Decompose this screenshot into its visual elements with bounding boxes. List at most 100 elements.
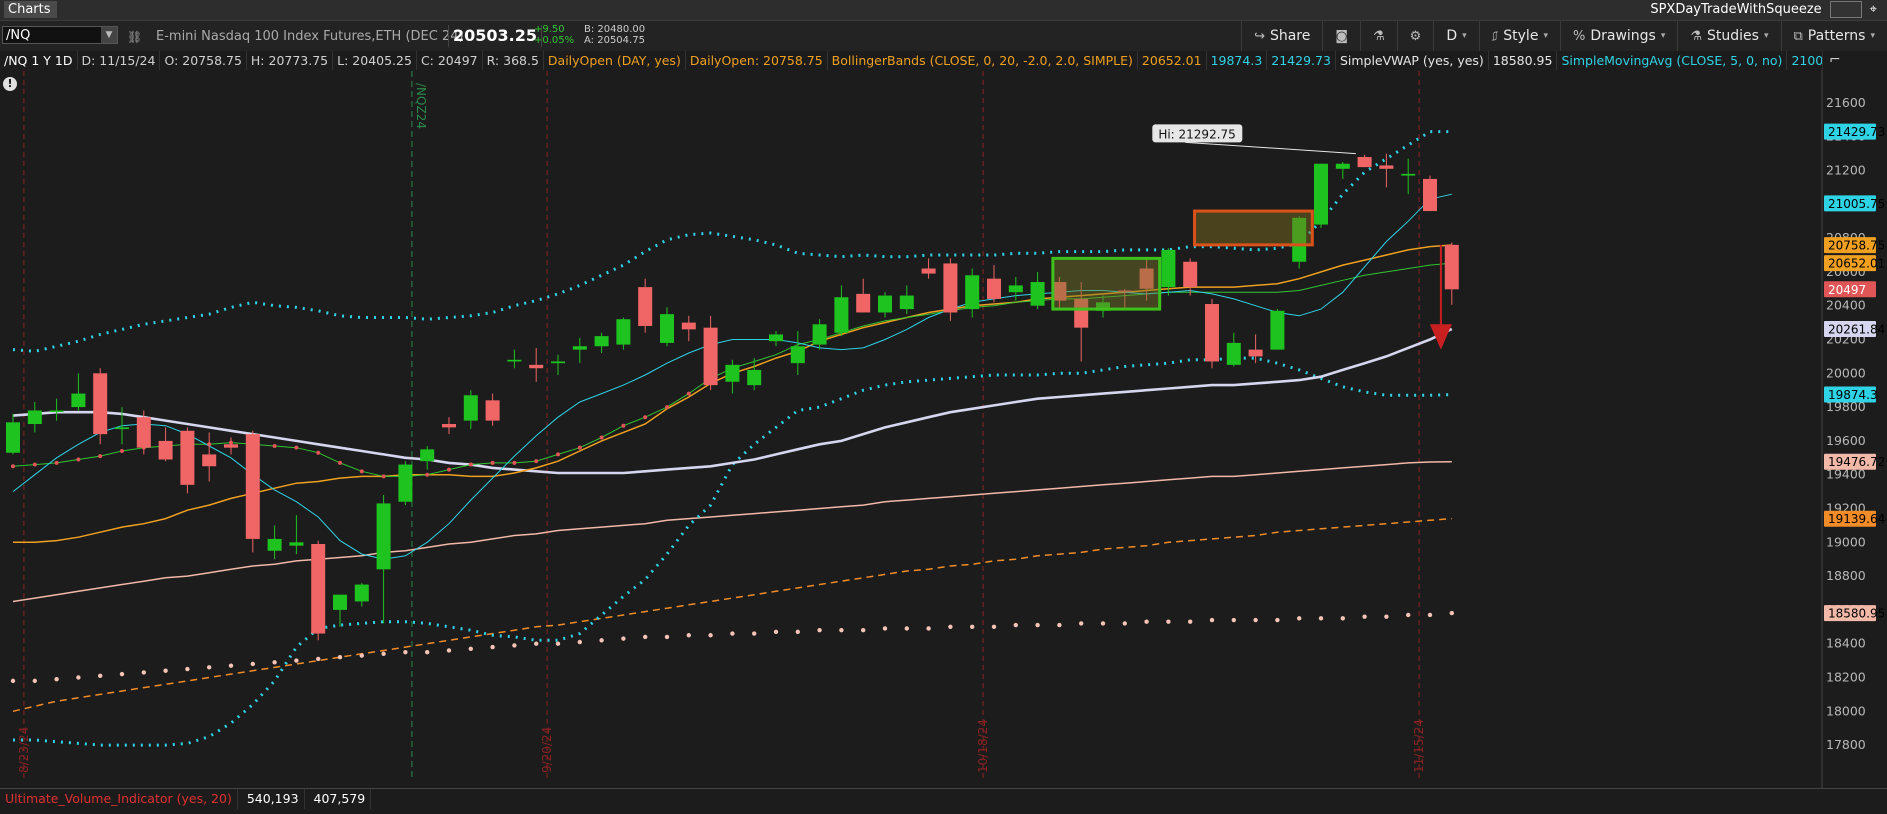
midband-dot xyxy=(294,445,299,450)
studies-button[interactable]: ⚗ Studies ▾ xyxy=(1677,21,1780,51)
study-header-item[interactable]: SimpleVWAP (yes, yes) xyxy=(1336,51,1489,70)
candle-body[interactable] xyxy=(747,369,762,386)
candle-body[interactable] xyxy=(289,542,304,546)
candle-body[interactable] xyxy=(1423,178,1437,212)
candle-body[interactable] xyxy=(27,410,42,424)
candle-body[interactable] xyxy=(1314,163,1328,225)
candle-body[interactable] xyxy=(1335,163,1350,169)
candle-body[interactable] xyxy=(1226,342,1241,365)
candle-body[interactable] xyxy=(660,314,674,343)
style-button[interactable]: ⎎ Style ▾ xyxy=(1478,21,1560,51)
candle-body[interactable] xyxy=(1205,304,1219,362)
candle-body[interactable] xyxy=(921,268,936,274)
price-chart[interactable]: /NQZ24 Hi: 21292.75 17800 18000 18200 18400 18… xyxy=(0,51,1887,788)
candle-body[interactable] xyxy=(311,543,326,634)
candle-body[interactable] xyxy=(180,430,195,485)
candle-body[interactable] xyxy=(6,422,20,453)
vwap-dot xyxy=(1406,612,1411,618)
price-axis-bubble-label: 19476.72 xyxy=(1828,455,1885,469)
window-control-box[interactable] xyxy=(1829,1,1862,18)
candle-body[interactable] xyxy=(71,393,86,408)
layout-name[interactable]: SPXDayTradeWithSqueeze xyxy=(1650,2,1821,17)
study-header-item[interactable]: 20652.01 xyxy=(1138,51,1207,70)
candle-body[interactable] xyxy=(1183,261,1198,288)
candle-body[interactable] xyxy=(899,295,914,310)
patterns-button[interactable]: ⧉ Patterns ▾ xyxy=(1780,21,1887,51)
candle-body[interactable] xyxy=(1161,249,1176,288)
lower-study-name[interactable]: Ultimate_Volume_Indicator (yes, 20) xyxy=(0,789,238,809)
candle-body[interactable] xyxy=(333,594,347,610)
candle-body[interactable] xyxy=(725,364,740,382)
candle-body[interactable] xyxy=(1030,282,1045,306)
candle-body[interactable] xyxy=(769,334,783,342)
candle-body[interactable] xyxy=(354,584,369,602)
candle-body[interactable] xyxy=(812,324,827,345)
vwap-dot xyxy=(1209,617,1215,623)
study-header-item[interactable]: DailyOpen (DAY, yes) xyxy=(544,51,686,70)
title-bar-right: SPXDayTradeWithSqueeze ⌖ xyxy=(1650,1,1877,18)
chevron-down-icon[interactable]: ▼ xyxy=(101,27,117,43)
study-header-item[interactable]: DailyOpen: 20758.75 xyxy=(686,51,828,70)
candle-body[interactable] xyxy=(136,417,151,448)
vwap-dot xyxy=(861,627,866,633)
study-header-item[interactable]: 21429.73 xyxy=(1267,51,1336,70)
candle-body[interactable] xyxy=(965,275,980,310)
candle-body[interactable] xyxy=(245,434,260,539)
study-header-item[interactable]: 18580.95 xyxy=(1489,51,1558,70)
vwap-dot xyxy=(839,627,844,633)
candle-body[interactable] xyxy=(224,444,238,448)
candle-body[interactable] xyxy=(398,464,413,502)
candle-body[interactable] xyxy=(1008,285,1023,293)
support-zone-box[interactable] xyxy=(1051,256,1162,311)
settings-button[interactable]: ⚙ xyxy=(1396,21,1434,51)
vwap-dot xyxy=(54,676,59,682)
candle-body[interactable] xyxy=(1357,156,1372,168)
gear-icon[interactable]: ⌐ xyxy=(1829,52,1841,68)
candle-body[interactable] xyxy=(529,364,544,369)
candle-body[interactable] xyxy=(681,322,696,330)
candle-body[interactable] xyxy=(790,346,805,364)
candle-body[interactable] xyxy=(485,400,500,421)
candle-body[interactable] xyxy=(551,361,565,364)
flask-button[interactable]: ⚗ xyxy=(1360,21,1397,51)
candle-body[interactable] xyxy=(1270,310,1285,350)
candle-body[interactable] xyxy=(376,503,391,570)
symbol-input[interactable]: /NQ ▼ xyxy=(2,26,118,44)
study-header-item[interactable]: BollingerBands (CLOSE, 0, 20, -2.0, 2.0,… xyxy=(828,51,1138,70)
aggregation-button[interactable]: D ▾ xyxy=(1433,21,1478,51)
study-header-item[interactable]: 19874.3 xyxy=(1207,51,1268,70)
candle-body[interactable] xyxy=(115,427,129,430)
candle-body[interactable] xyxy=(1444,244,1459,290)
candle-body[interactable] xyxy=(202,454,217,467)
pin-icon[interactable]: ⌖ xyxy=(1870,2,1877,17)
candle-body[interactable] xyxy=(856,293,871,313)
candle-body[interactable] xyxy=(158,440,173,460)
candle-body[interactable] xyxy=(267,538,282,551)
drawings-button[interactable]: % Drawings ▾ xyxy=(1559,21,1677,51)
candle-body[interactable] xyxy=(616,319,631,345)
info-icon[interactable]: ! xyxy=(3,77,17,91)
candle-body[interactable] xyxy=(572,346,587,350)
candle-body[interactable] xyxy=(594,336,609,347)
snapshot-button[interactable]: ◙ xyxy=(1322,21,1360,51)
candle-body[interactable] xyxy=(638,287,653,326)
candle-body[interactable] xyxy=(943,263,958,313)
study-header-item[interactable]: SimpleMovingAvg (CLOSE, 5, 0, no) xyxy=(1557,51,1788,70)
candle-body[interactable] xyxy=(442,424,456,428)
candle-body[interactable] xyxy=(1248,349,1263,357)
candle-body[interactable] xyxy=(1401,173,1416,176)
candle-body[interactable] xyxy=(420,449,435,462)
resistance-zone-box[interactable] xyxy=(1193,209,1314,247)
share-button[interactable]: ↪ Share xyxy=(1241,21,1322,51)
candle-body[interactable] xyxy=(93,373,108,435)
candle-body[interactable] xyxy=(987,278,1001,299)
candle-body[interactable] xyxy=(878,295,892,313)
link-icon[interactable]: ⛓ xyxy=(127,30,142,44)
candle-body[interactable] xyxy=(463,395,478,421)
candle-body[interactable] xyxy=(1379,165,1394,169)
candle-body[interactable] xyxy=(834,297,849,333)
candle-body[interactable] xyxy=(49,410,64,412)
study-header-item[interactable]: 21005.75 xyxy=(1787,51,1822,70)
candle-body[interactable] xyxy=(507,359,522,362)
candle-body[interactable] xyxy=(703,327,718,386)
